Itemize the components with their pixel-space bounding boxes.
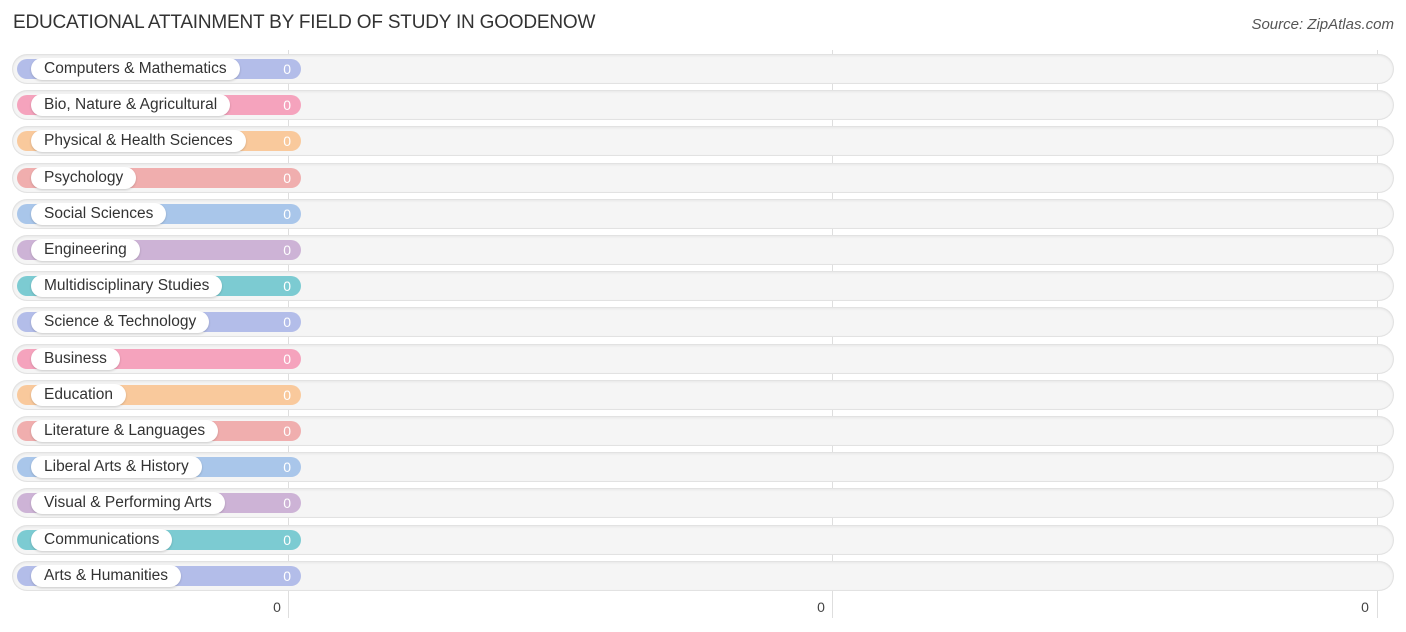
category-label: Engineering — [31, 239, 140, 261]
value-label: 0 — [283, 61, 291, 77]
x-tick-label: 0 — [273, 599, 281, 615]
value-label: 0 — [283, 278, 291, 295]
value-label: 0 — [283, 531, 291, 548]
category-label: Visual & Performing Arts — [31, 492, 225, 515]
value-label: 0 — [283, 242, 291, 258]
value-label: 0 — [283, 459, 291, 476]
category-label: Business — [31, 347, 120, 370]
category-label: Liberal Arts & History — [31, 456, 202, 479]
x-tick-label: 0 — [817, 599, 825, 615]
value-label: 0 — [283, 133, 291, 150]
value-label: 0 — [283, 350, 291, 367]
category-label: Communications — [31, 528, 173, 551]
value-label: 0 — [283, 423, 291, 439]
x-tick-label: 0 — [1361, 599, 1369, 615]
category-label: Science & Technology — [31, 311, 210, 334]
value-label: 0 — [283, 169, 291, 186]
category-label: Computers & Mathematics — [31, 58, 240, 80]
category-label: Physical & Health Sciences — [31, 130, 246, 153]
category-label: Social Sciences — [31, 202, 167, 225]
category-label: Multidisciplinary Studies — [31, 275, 223, 298]
category-label: Literature & Languages — [31, 420, 219, 442]
category-label: Psychology — [31, 166, 137, 189]
value-label: 0 — [283, 205, 291, 222]
value-label: 0 — [283, 386, 291, 403]
category-label: Bio, Nature & Agricultural — [31, 94, 231, 117]
bar-chart: Computers & Mathematics 0 Bio, Nature & Ag… — [0, 0, 1406, 632]
value-label: 0 — [283, 495, 291, 512]
value-label: 0 — [283, 314, 291, 331]
value-label: 0 — [283, 567, 291, 584]
category-label: Education — [31, 383, 126, 406]
category-label: Arts & Humanities — [31, 564, 182, 587]
value-label: 0 — [283, 97, 291, 114]
